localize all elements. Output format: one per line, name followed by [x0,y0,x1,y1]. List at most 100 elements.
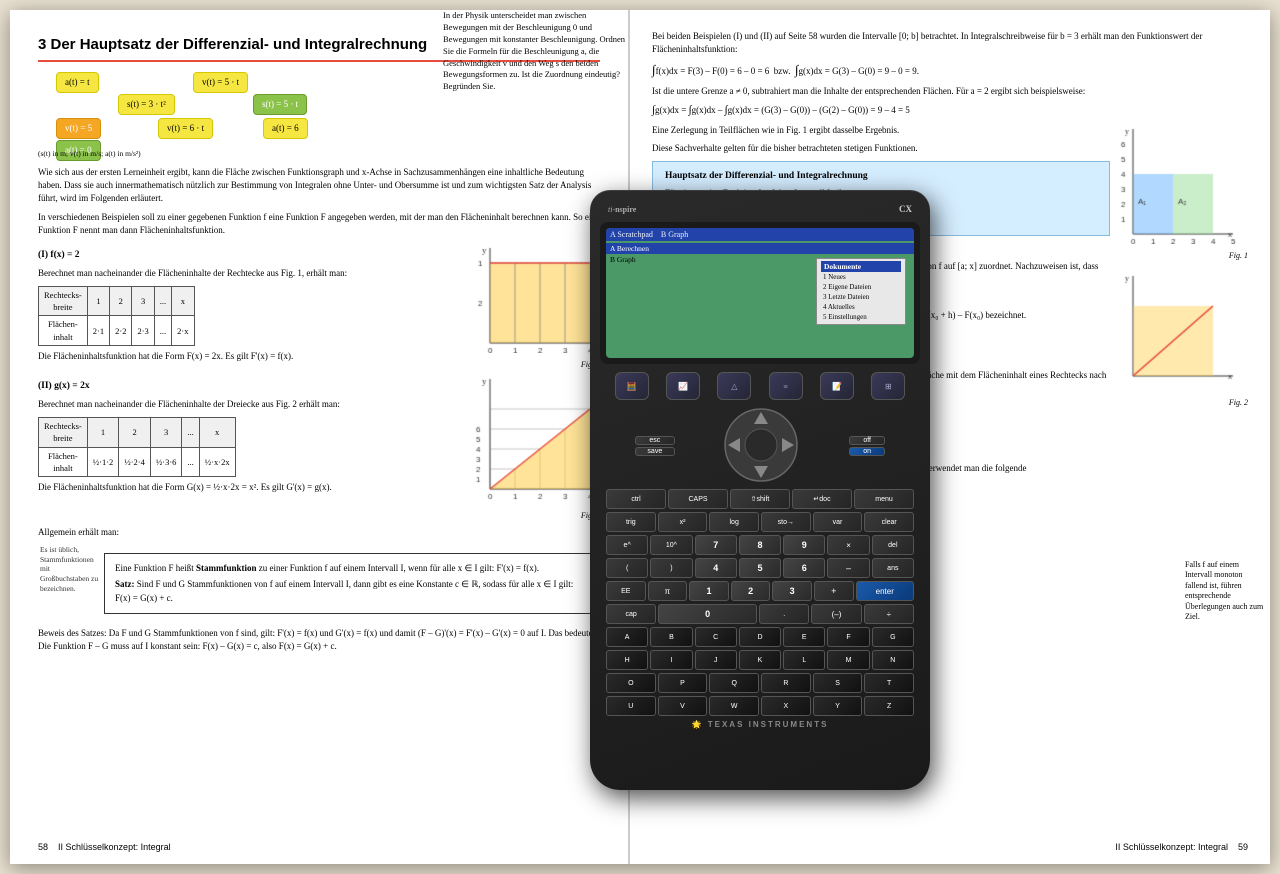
calc-keyboard: ctrl CAPS ⇧shift ↵doc menu trig x² log s… [600,489,920,716]
key-Z[interactable]: Z [864,696,914,716]
key-3[interactable]: 3 [772,581,812,601]
screen-menu-a[interactable]: A Scratchpad [610,230,653,239]
page-number-right: II Schlüsselkonzept: Integral 59 [1115,841,1248,854]
hauptsatz-title: Hauptsatz der Differenzial- und Integral… [665,170,1097,184]
key-plus[interactable]: + [814,581,854,601]
key-6[interactable]: 6 [783,558,825,578]
calc-icon-apps[interactable]: ⊞ [871,372,905,400]
key-X[interactable]: X [761,696,811,716]
submenu-4[interactable]: 4 Aktuelles [821,302,901,312]
submenu-5[interactable]: 5 Einstellungen [821,312,901,322]
key-N[interactable]: N [872,650,914,670]
key-ctrl[interactable]: ctrl [606,489,666,509]
key-K[interactable]: K [739,650,781,670]
submenu-title: Dokumente [821,261,901,272]
key-ans[interactable]: ans [872,558,914,578]
key-M[interactable]: M [827,650,869,670]
key-Q[interactable]: Q [709,673,759,693]
key-I[interactable]: I [650,650,692,670]
right-graph1 [1118,124,1238,244]
calc-icon-geo[interactable]: △ [717,372,751,400]
example2-text: Berechnet man nacheinander die Flächenin… [38,398,460,411]
integral1: ∫f(x)dx = F(3) – F(0) = 6 – 0 = 6 bzw. ∫… [652,61,1248,80]
key-save[interactable]: save [635,447,675,456]
key-L[interactable]: L [783,650,825,670]
screen-item-berechnen[interactable]: A Berechnen [606,243,914,254]
calc-icon-notes[interactable]: 📝 [820,372,854,400]
key-A[interactable]: A [606,627,648,647]
key-B[interactable]: B [650,627,692,647]
submenu-2[interactable]: 2 Eigene Dateien [821,282,901,292]
key-on[interactable]: on [849,447,885,456]
formula-box-7: a(t) = 6 [263,118,308,139]
key-O[interactable]: O [606,673,656,693]
key-neg[interactable]: (–) [811,604,861,624]
key-div[interactable]: ÷ [864,604,914,624]
key-Y[interactable]: Y [813,696,863,716]
key-doc[interactable]: ↵doc [792,489,852,509]
key-sto[interactable]: sto→ [761,512,811,532]
key-minus[interactable]: – [827,558,869,578]
calc-icon-calc[interactable]: 🧮 [615,372,649,400]
graph2-container: Fig. 2 [470,374,600,521]
submenu-3[interactable]: 3 Letzte Dateien [821,292,901,302]
key-R[interactable]: R [761,673,811,693]
key-H[interactable]: H [606,650,648,670]
key-10[interactable]: 10^ [650,535,692,555]
key-capture[interactable]: cap [606,604,656,624]
key-V[interactable]: V [658,696,708,716]
key-F[interactable]: F [827,627,869,647]
key-pi[interactable]: π [648,581,688,601]
key-menu[interactable]: menu [854,489,914,509]
key-rparen[interactable]: ) [650,558,692,578]
key-7[interactable]: 7 [695,535,737,555]
key-log[interactable]: log [709,512,759,532]
calc-icon-list[interactable]: ≡ [769,372,803,400]
key-T[interactable]: T [864,673,914,693]
key-del[interactable]: del [872,535,914,555]
key-8[interactable]: 8 [739,535,781,555]
graph1-container: Fig. 1 [470,243,600,370]
page-number-left: 58 II Schlüsselkonzept: Integral [38,841,171,854]
falls-text: Falls f auf einem Intervall monoton fall… [1185,560,1265,622]
submenu-1[interactable]: 1 Neues [821,272,901,282]
key-C[interactable]: C [695,627,737,647]
key-caps[interactable]: CAPS [668,489,728,509]
key-4[interactable]: 4 [695,558,737,578]
calc-nav [724,408,799,483]
key-P[interactable]: P [658,673,708,693]
key-enter[interactable]: enter [856,581,914,601]
key-S[interactable]: S [813,673,863,693]
key-x2[interactable]: x² [658,512,708,532]
calc-icon-graph[interactable]: 📈 [666,372,700,400]
def-rest: zu einer Funktion f auf einem Intervall … [257,563,539,573]
definition-box: Eine Funktion F heißt Stammfunktion zu e… [104,553,600,615]
key-esc[interactable]: esc [635,436,675,445]
def-satz: Satz: Sind F und G Stammfunktionen von f… [115,578,589,605]
formula-box-4: s(t) = 5 · t [253,94,307,115]
key-clear[interactable]: clear [864,512,914,532]
key-E[interactable]: E [783,627,825,647]
key-U[interactable]: U [606,696,656,716]
key-e[interactable]: e^ [606,535,648,555]
key-D[interactable]: D [739,627,781,647]
formula-box-2: v(t) = 5 · t [193,72,248,93]
key-J[interactable]: J [695,650,737,670]
key-2[interactable]: 2 [731,581,771,601]
key-W[interactable]: W [709,696,759,716]
key-dot[interactable]: . [759,604,809,624]
key-shift[interactable]: ⇧shift [730,489,790,509]
key-9[interactable]: 9 [783,535,825,555]
screen-menu-b[interactable]: B Graph [661,230,688,239]
margin-note: Es ist üblich, Stammfunktionen mit Großb… [40,545,100,594]
key-5[interactable]: 5 [739,558,781,578]
key-0[interactable]: 0 [658,604,757,624]
key-var[interactable]: var [813,512,863,532]
key-ee[interactable]: EE [606,581,646,601]
key-off[interactable]: off [849,436,885,445]
key-lparen[interactable]: ( [606,558,648,578]
key-1[interactable]: 1 [689,581,729,601]
key-mult[interactable]: × [827,535,869,555]
key-G[interactable]: G [872,627,914,647]
key-trig[interactable]: trig [606,512,656,532]
